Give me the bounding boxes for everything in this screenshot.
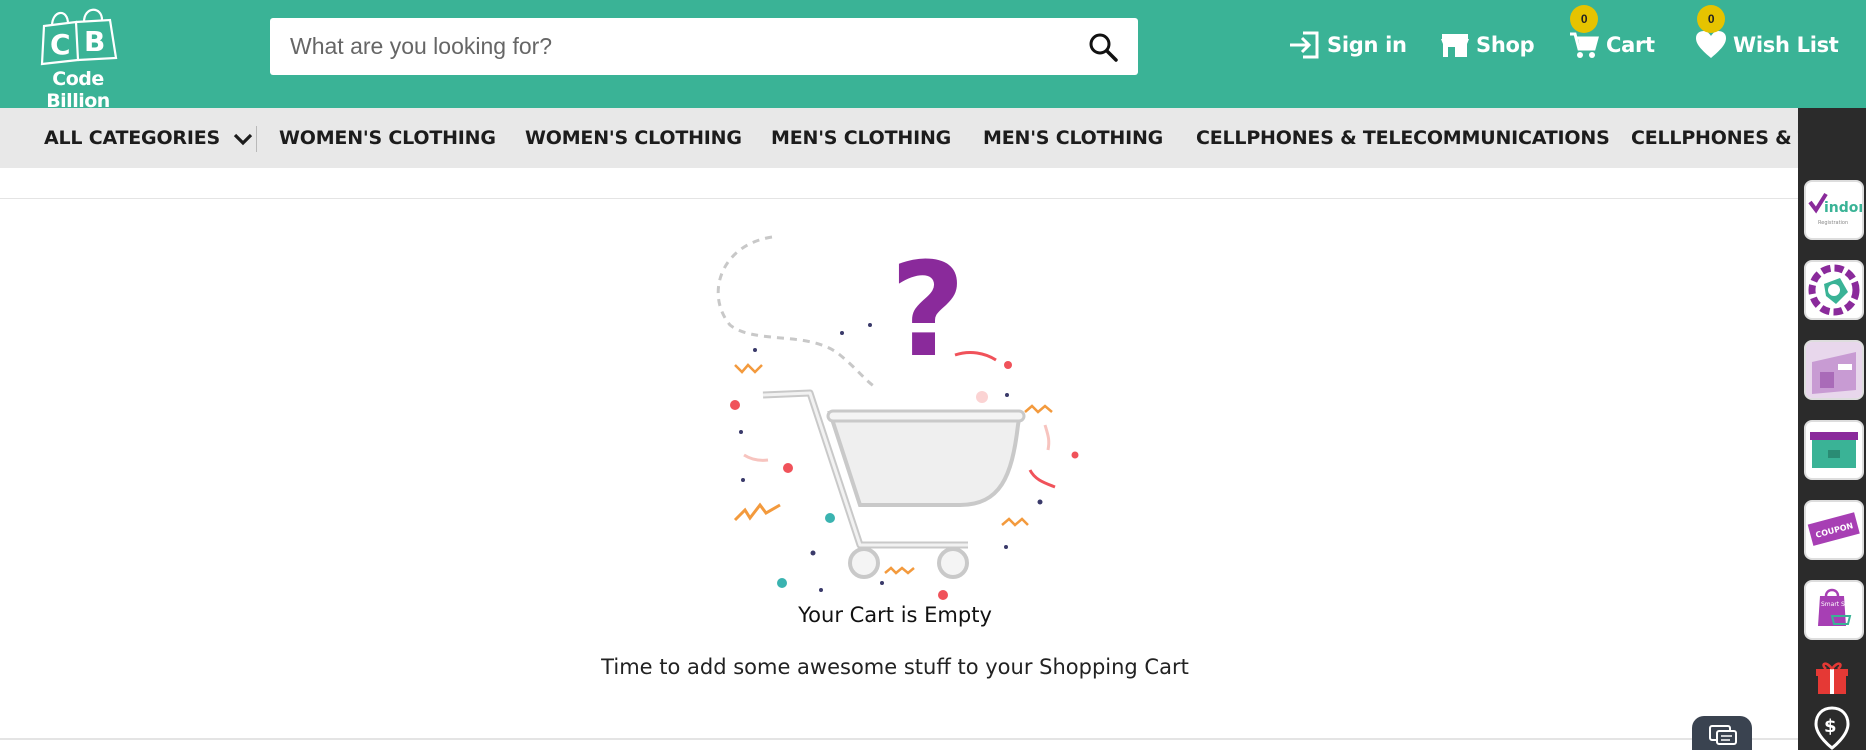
cart-label: Cart xyxy=(1606,33,1655,57)
saudi-map-gear-icon xyxy=(1808,264,1860,316)
storefront-icon xyxy=(1806,342,1862,398)
chevron-down-icon xyxy=(234,133,253,145)
svg-text:$: $ xyxy=(1824,716,1837,737)
brand-name: Code Billion xyxy=(46,68,110,112)
teal-box-tile[interactable] xyxy=(1804,420,1864,480)
vendor-registration-tile[interactable]: indor Registration xyxy=(1804,180,1864,240)
coupon-icon: COUPON xyxy=(1807,512,1860,546)
category-item[interactable]: CELLPHONES & TELECOMMUNICATIONS xyxy=(1196,108,1610,168)
store-icon xyxy=(1441,34,1469,57)
sign-in-label: Sign in xyxy=(1327,33,1407,57)
search-icon xyxy=(1089,33,1118,62)
category-item[interactable]: WOMEN'S CLOTHING xyxy=(525,108,742,168)
smart-shop-tile[interactable]: Smart Shop xyxy=(1804,580,1864,640)
empty-cart-illustration: ? xyxy=(716,234,1079,600)
shop-link[interactable]: Shop xyxy=(1440,25,1535,65)
divider xyxy=(0,198,1798,199)
smart-shop-bag-icon: Smart Shop xyxy=(1818,588,1856,626)
svg-text:Smart Shop: Smart Shop xyxy=(1821,601,1856,608)
search-input[interactable] xyxy=(290,18,1070,75)
category-item[interactable]: CELLPHONES & TELECOMMUNICATIONS xyxy=(1631,108,1798,168)
wish-list-count-badge: 0 xyxy=(1697,5,1725,33)
cart-icon xyxy=(1570,32,1599,58)
sign-in-icon xyxy=(1290,31,1319,59)
gift-icon[interactable] xyxy=(1812,658,1852,698)
svg-text:?: ? xyxy=(890,234,965,386)
category-item[interactable]: WOMEN'S CLOTHING xyxy=(279,108,496,168)
wish-list-label: Wish List xyxy=(1733,33,1839,57)
svg-text:indor: indor xyxy=(1824,200,1862,216)
category-divider xyxy=(256,126,257,152)
category-item[interactable]: MEN'S CLOTHING xyxy=(771,108,951,168)
svg-text:C: C xyxy=(50,28,71,61)
sign-in-link[interactable]: Sign in xyxy=(1287,25,1407,65)
chat-button[interactable] xyxy=(1692,716,1752,750)
category-item[interactable]: MEN'S CLOTHING xyxy=(983,108,1163,168)
search-button[interactable] xyxy=(1086,30,1120,64)
cart-link[interactable]: 0 Cart xyxy=(1568,5,1655,65)
top-header: C B Code Billion Sign in Shop 0 xyxy=(0,0,1866,112)
shop-label: Shop xyxy=(1476,33,1535,57)
wish-list-link[interactable]: 0 Wish List xyxy=(1695,5,1839,65)
empty-cart-subtitle: Time to add some awesome stuff to your S… xyxy=(601,655,1189,679)
coupon-tile[interactable]: COUPON xyxy=(1804,500,1864,560)
all-categories-dropdown[interactable]: ALL CATEGORIES xyxy=(44,108,254,168)
empty-cart-title: Your Cart is Empty xyxy=(798,603,992,627)
all-categories-label: ALL CATEGORIES xyxy=(44,127,220,149)
svg-text:B: B xyxy=(84,25,105,58)
saudi-business-tile[interactable] xyxy=(1804,260,1864,320)
vendor-registration-icon: indor Registration xyxy=(1808,192,1862,226)
chat-icon xyxy=(1709,725,1737,745)
heart-icon xyxy=(1696,31,1726,58)
divider xyxy=(0,738,1798,740)
right-promo-rail: indor Registration COUPON Smart Shop $ xyxy=(1798,108,1866,750)
teal-box-icon xyxy=(1810,432,1858,468)
code-billion-logo[interactable]: C B Code Billion xyxy=(18,4,138,112)
category-bar: ALL CATEGORIES WOMEN'S CLOTHING WOMEN'S … xyxy=(0,108,1798,168)
search-box xyxy=(270,18,1138,75)
cart-count-badge: 0 xyxy=(1570,5,1598,33)
storefront-tile[interactable] xyxy=(1804,340,1864,400)
location-pin-icon[interactable]: $ xyxy=(1814,706,1850,750)
svg-text:Registration: Registration xyxy=(1818,220,1848,226)
shopping-bags-logo-icon: C B xyxy=(40,8,118,66)
